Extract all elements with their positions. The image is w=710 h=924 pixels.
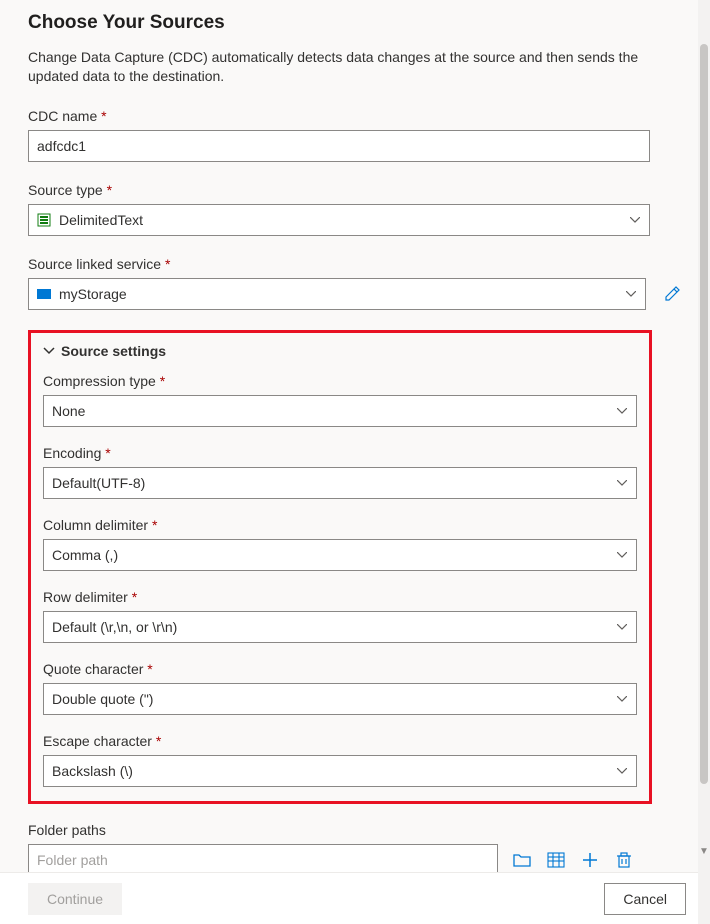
row-delimiter-value: Default (\r,\n, or \r\n) — [52, 619, 177, 635]
column-delimiter-select[interactable]: Comma (,) — [43, 539, 637, 571]
escape-character-select[interactable]: Backslash (\) — [43, 755, 637, 787]
required-asterisk: * — [107, 182, 112, 198]
add-folder-path-button[interactable] — [580, 850, 600, 870]
cdc-name-input[interactable]: adfcdc1 — [28, 130, 650, 162]
storage-icon — [37, 289, 51, 299]
preview-data-button[interactable] — [546, 850, 566, 870]
compression-type-value: None — [52, 403, 85, 419]
quote-character-value: Double quote (") — [52, 691, 153, 707]
source-linked-service-select[interactable]: myStorage — [28, 278, 646, 310]
encoding-label-text: Encoding — [43, 445, 101, 461]
chevron-down-icon — [616, 765, 628, 777]
chevron-down-icon — [616, 693, 628, 705]
chevron-down-icon — [625, 288, 637, 300]
chevron-down-icon — [43, 347, 55, 355]
folder-path-placeholder: Folder path — [37, 852, 108, 868]
encoding-select[interactable]: Default(UTF-8) — [43, 467, 637, 499]
source-settings-section: Source settings Compression type * None … — [28, 330, 652, 804]
chevron-down-icon — [616, 549, 628, 561]
required-asterisk: * — [160, 373, 165, 389]
escape-character-value: Backslash (\) — [52, 763, 133, 779]
encoding-value: Default(UTF-8) — [52, 475, 145, 491]
required-asterisk: * — [147, 661, 152, 677]
scrollbar-thumb[interactable] — [700, 44, 708, 784]
continue-button-label: Continue — [47, 891, 103, 907]
cancel-button-label: Cancel — [623, 891, 667, 907]
source-settings-heading: Source settings — [61, 343, 166, 359]
row-delimiter-label: Row delimiter * — [43, 589, 637, 605]
source-type-select[interactable]: DelimitedText — [28, 204, 650, 236]
source-linked-service-label-text: Source linked service — [28, 256, 161, 272]
source-type-label-text: Source type — [28, 182, 103, 198]
required-asterisk: * — [105, 445, 110, 461]
quote-character-select[interactable]: Double quote (") — [43, 683, 637, 715]
required-asterisk: * — [165, 256, 170, 272]
escape-character-label-text: Escape character — [43, 733, 152, 749]
continue-button: Continue — [28, 883, 122, 915]
folder-paths-label: Folder paths — [28, 822, 688, 838]
escape-character-label: Escape character * — [43, 733, 637, 749]
quote-character-label: Quote character * — [43, 661, 637, 677]
required-asterisk: * — [156, 733, 161, 749]
required-asterisk: * — [101, 108, 106, 124]
source-type-label: Source type * — [28, 182, 688, 198]
encoding-label: Encoding * — [43, 445, 637, 461]
cancel-button[interactable]: Cancel — [604, 883, 686, 915]
compression-type-label-text: Compression type — [43, 373, 156, 389]
column-delimiter-value: Comma (,) — [52, 547, 118, 563]
column-delimiter-label-text: Column delimiter — [43, 517, 148, 533]
required-asterisk: * — [132, 589, 137, 605]
scrollbar-down-arrow[interactable]: ▼ — [698, 846, 710, 858]
compression-type-select[interactable]: None — [43, 395, 637, 427]
chevron-down-icon — [616, 621, 628, 633]
cdc-name-label: CDC name * — [28, 108, 688, 124]
folder-path-input[interactable]: Folder path — [28, 844, 498, 876]
quote-character-label-text: Quote character — [43, 661, 143, 677]
compression-type-label: Compression type * — [43, 373, 637, 389]
required-asterisk: * — [152, 517, 157, 533]
row-delimiter-select[interactable]: Default (\r,\n, or \r\n) — [43, 611, 637, 643]
source-settings-toggle[interactable]: Source settings — [43, 343, 637, 359]
cdc-name-label-text: CDC name — [28, 108, 97, 124]
page-description: Change Data Capture (CDC) automatically … — [28, 48, 648, 86]
chevron-down-icon — [616, 477, 628, 489]
delete-folder-path-button[interactable] — [614, 850, 634, 870]
chevron-down-icon — [629, 214, 641, 226]
page-title: Choose Your Sources — [28, 12, 688, 34]
browse-folder-button[interactable] — [512, 850, 532, 870]
edit-linked-service-button[interactable] — [656, 278, 688, 310]
row-delimiter-label-text: Row delimiter — [43, 589, 128, 605]
source-linked-service-label: Source linked service * — [28, 256, 688, 272]
chevron-down-icon — [616, 405, 628, 417]
column-delimiter-label: Column delimiter * — [43, 517, 637, 533]
cdc-name-value: adfcdc1 — [37, 138, 86, 154]
delimitedtext-icon — [37, 213, 51, 227]
source-linked-service-value: myStorage — [59, 286, 127, 302]
source-type-value: DelimitedText — [59, 212, 143, 228]
